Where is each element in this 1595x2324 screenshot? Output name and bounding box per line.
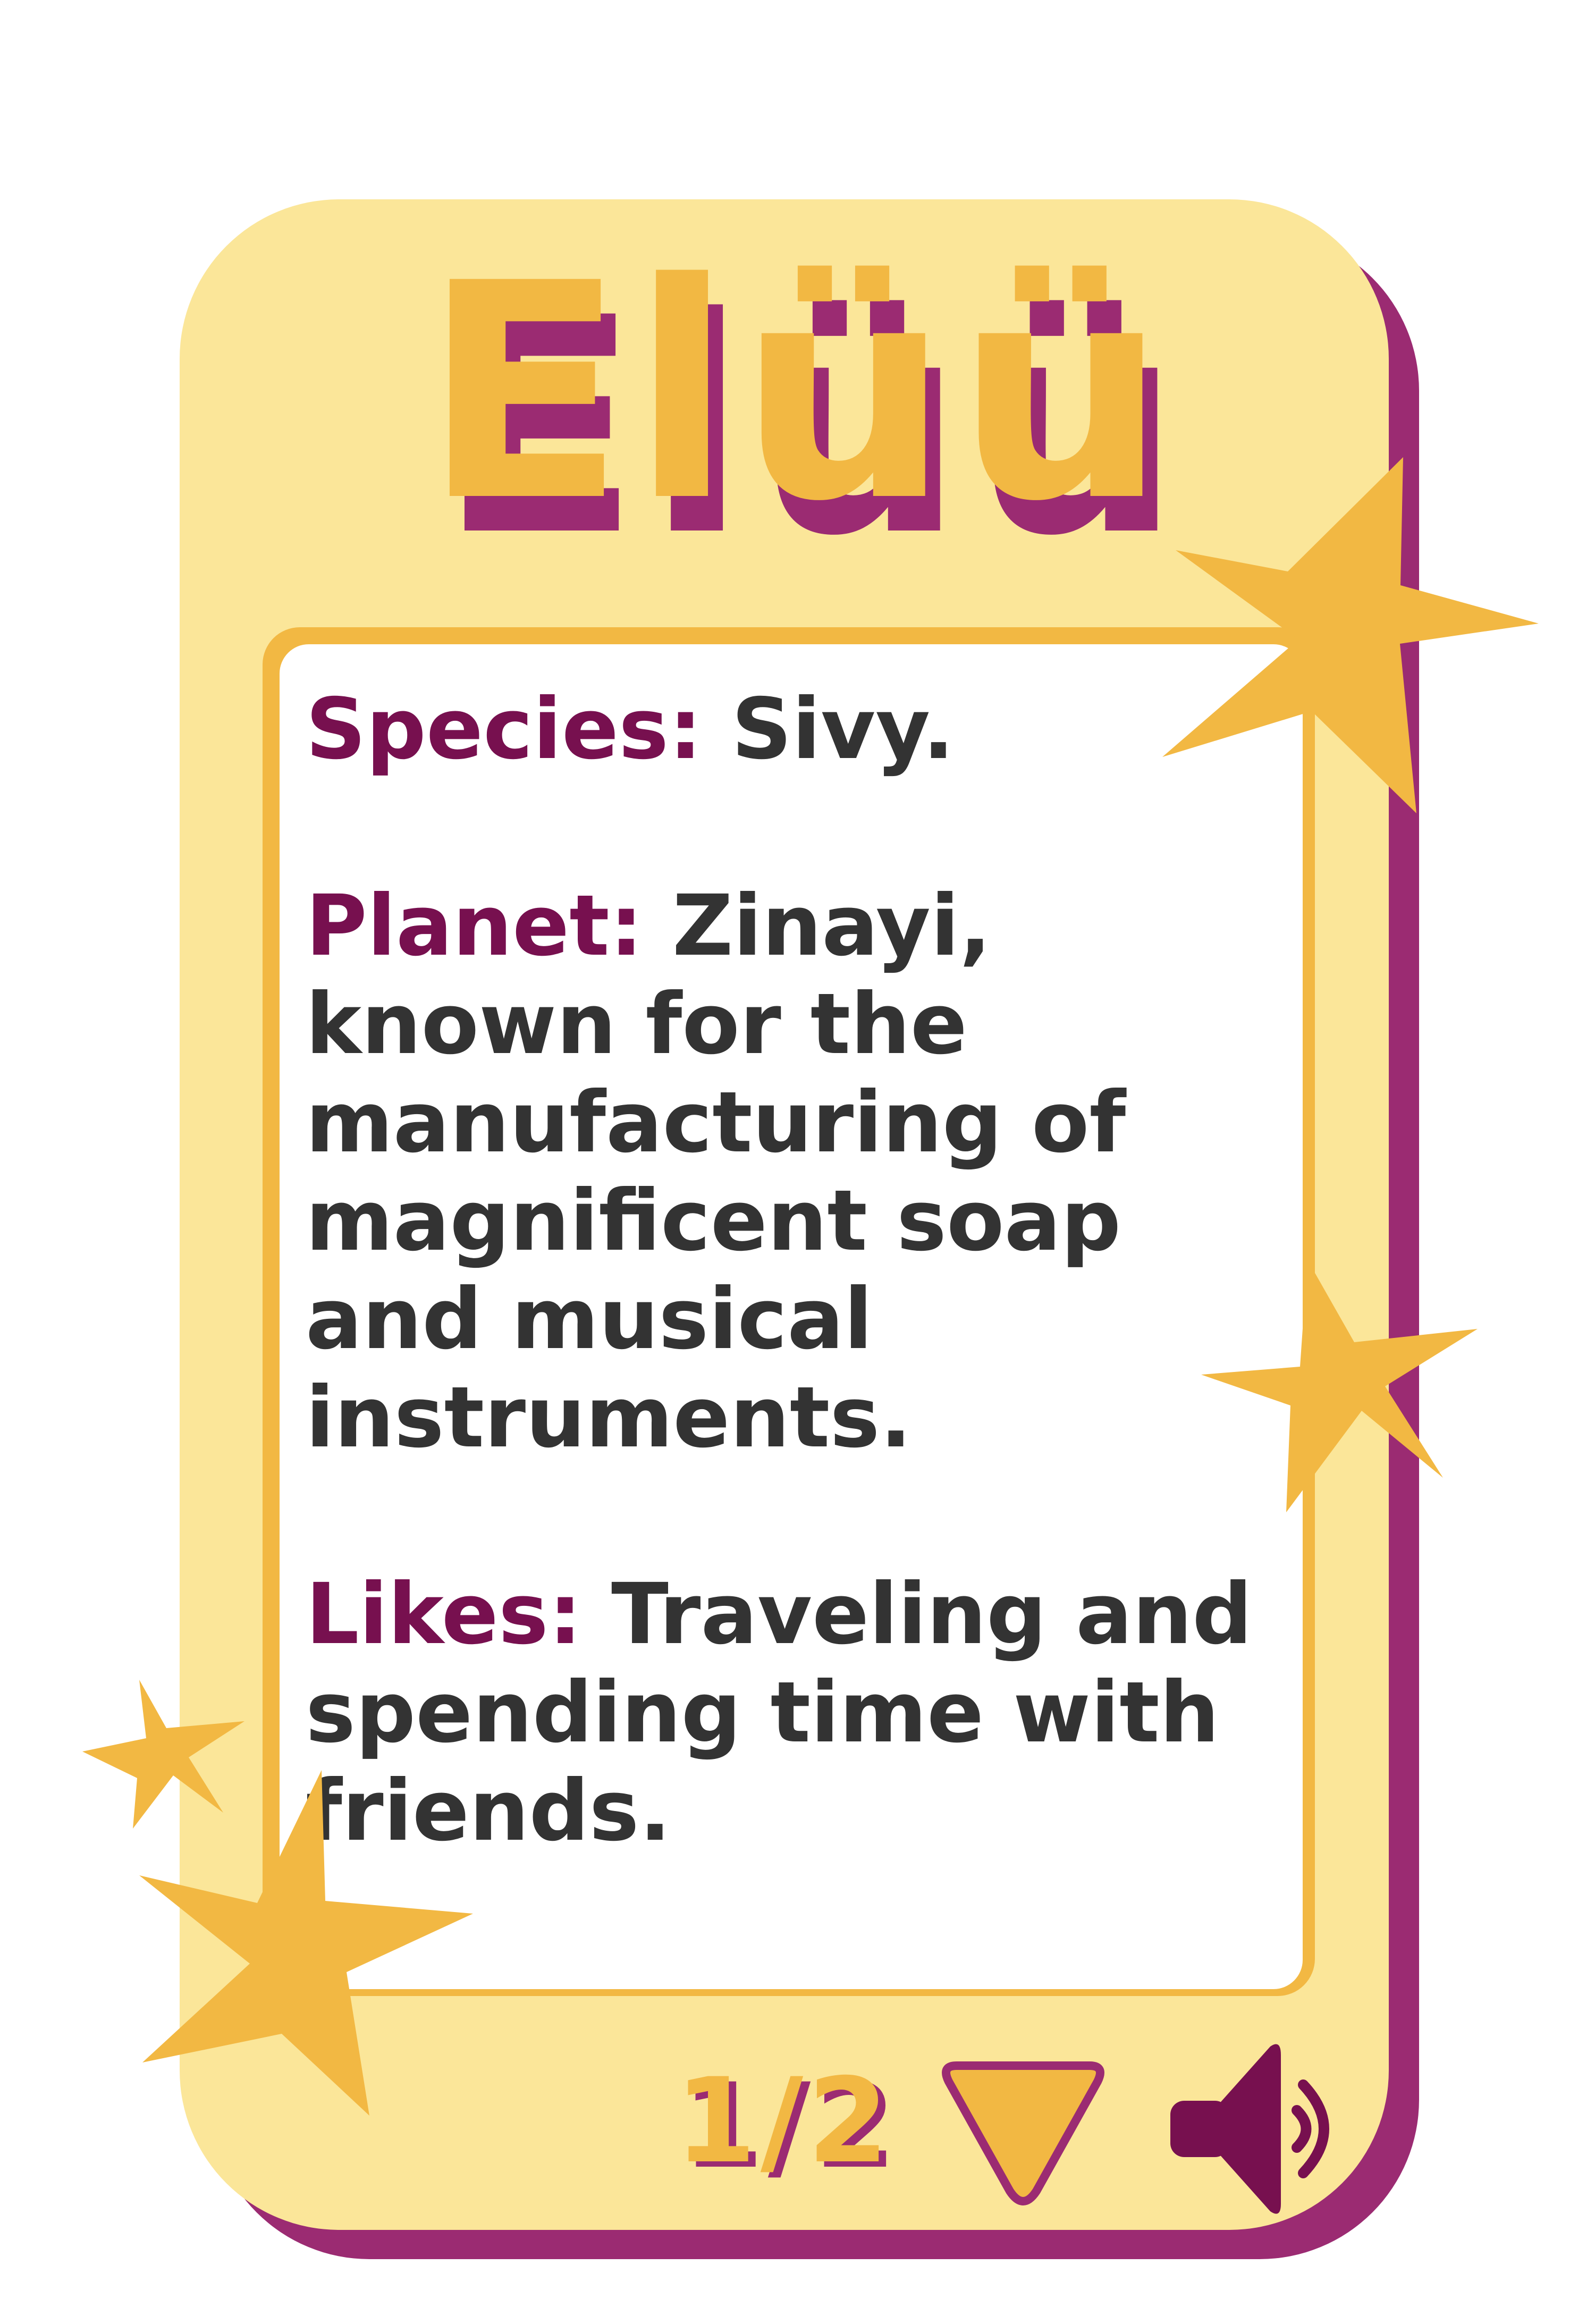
page-indicator: 1/2 1/2 — [662, 2052, 906, 2194]
page-indicator-text: 1/2 — [674, 2053, 893, 2189]
card-title-text: Elüü — [422, 220, 1173, 567]
likes-label: Likes: — [306, 1565, 583, 1663]
info-text: Species: Sivy. Planet: Zinayi, known for… — [306, 680, 1273, 1959]
speaker-icon — [1170, 2044, 1329, 2214]
sound-button[interactable] — [1164, 2036, 1350, 2222]
planet-label: Planet: — [306, 877, 643, 975]
likes-field: Likes: Traveling and spending time with … — [306, 1565, 1273, 1860]
species-label: Species: — [306, 680, 703, 778]
triangle-down-icon — [942, 2061, 1104, 2205]
next-page-button[interactable] — [935, 2052, 1111, 2211]
planet-field: Planet: Zinayi, known for the manufactur… — [306, 877, 1273, 1467]
card-title: Elüü Elüü — [0, 202, 1595, 601]
species-value: Sivy. — [731, 680, 955, 778]
species-field: Species: Sivy. — [306, 680, 1273, 779]
